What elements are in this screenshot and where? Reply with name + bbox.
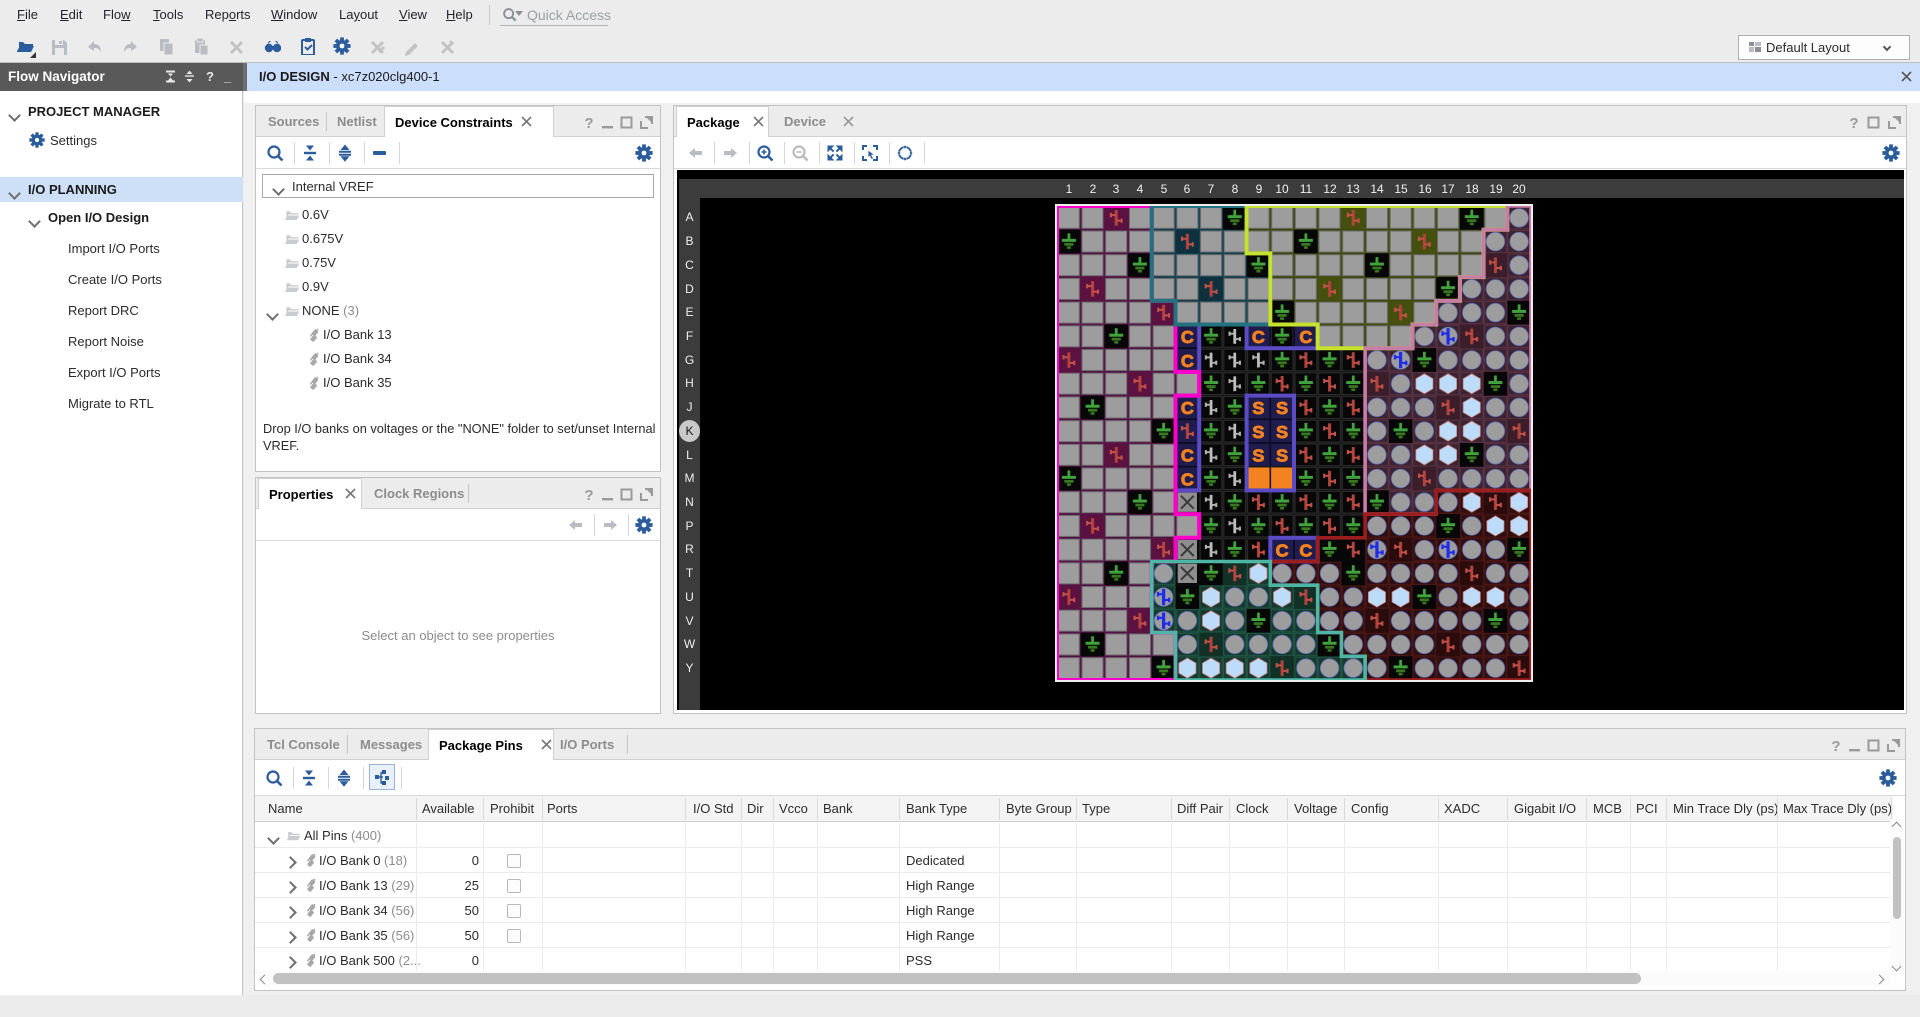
svg-text:C: C xyxy=(1299,540,1312,560)
svg-text:S: S xyxy=(1252,421,1264,441)
svg-text:S: S xyxy=(1276,421,1288,441)
svg-text:S: S xyxy=(1252,445,1264,465)
svg-text:?: ? xyxy=(584,487,593,503)
svg-text:S: S xyxy=(1252,398,1264,418)
svg-text:S: S xyxy=(1276,398,1288,418)
svg-text:C: C xyxy=(1181,327,1194,347)
svg-text:?: ? xyxy=(1831,738,1840,754)
svg-text:?: ? xyxy=(584,115,593,131)
svg-text:C: C xyxy=(1276,540,1289,560)
svg-text:C: C xyxy=(1181,350,1194,370)
svg-text:C: C xyxy=(1181,398,1194,418)
svg-text:S: S xyxy=(1276,445,1288,465)
svg-text:C: C xyxy=(1181,469,1194,489)
svg-text:C: C xyxy=(1252,327,1265,347)
svg-text:C: C xyxy=(1181,445,1194,465)
svg-text:C: C xyxy=(1299,327,1312,347)
svg-text:?: ? xyxy=(1849,115,1858,131)
